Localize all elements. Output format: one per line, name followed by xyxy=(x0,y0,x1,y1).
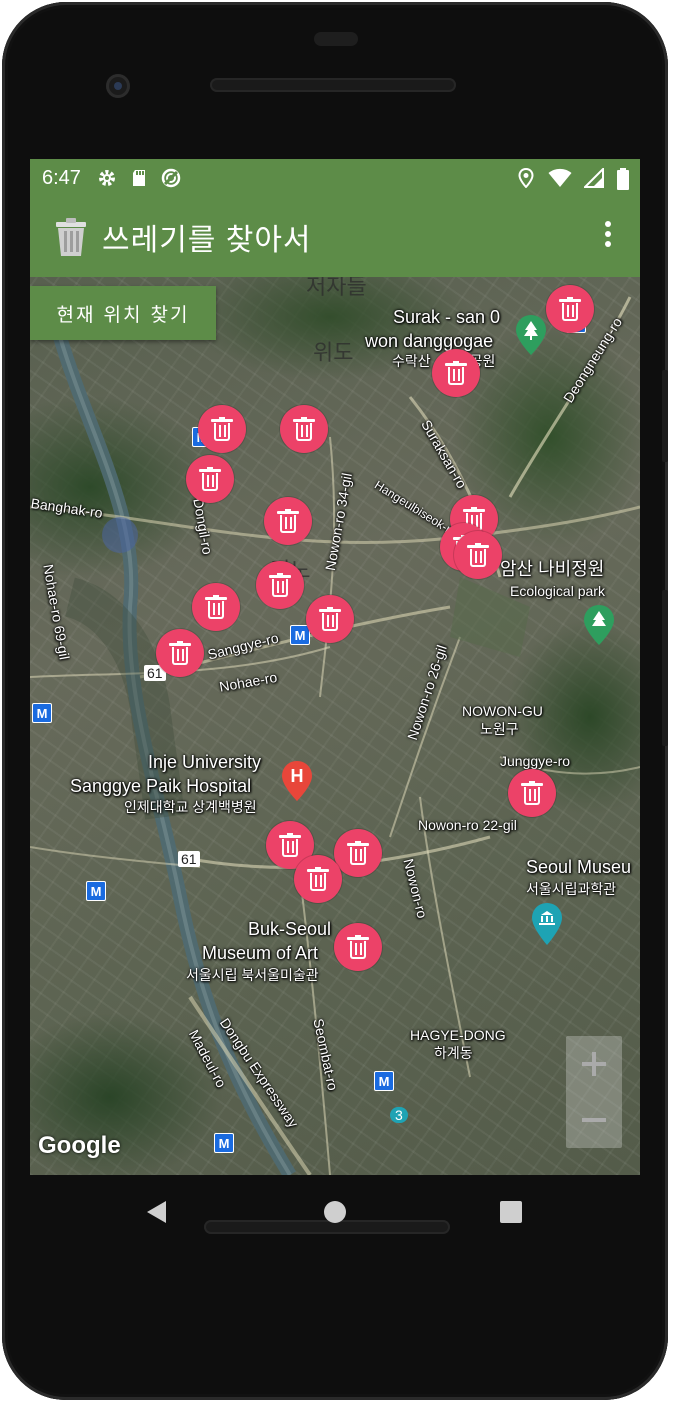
google-logo: Google xyxy=(38,1132,121,1159)
trash-icon xyxy=(293,417,315,441)
map-label-junggye-ro: Junggye-ro xyxy=(500,753,571,769)
trash-icon xyxy=(521,781,543,805)
metro-station-icon[interactable]: M xyxy=(214,1133,234,1153)
sync-icon xyxy=(161,168,181,188)
overflow-menu-icon[interactable] xyxy=(604,221,612,251)
sd-card-icon xyxy=(129,168,149,188)
map-label-bukseoul-1: Buk-Seoul xyxy=(248,919,332,939)
location-pin-icon xyxy=(516,167,536,189)
trash-marker[interactable] xyxy=(264,497,312,545)
map-label-nowon-ro-22: Nowon-ro 22-gil xyxy=(418,817,517,833)
trash-marker[interactable] xyxy=(280,405,328,453)
battery-icon xyxy=(616,168,630,190)
metro-station-icon[interactable]: M xyxy=(86,881,106,901)
status-bar: 6:47 xyxy=(30,159,640,197)
trash-can-icon xyxy=(54,217,88,257)
trash-icon xyxy=(269,573,291,597)
map-label-seoul-museum-en: Seoul Museu xyxy=(526,857,632,877)
museum-pin-icon xyxy=(532,903,562,950)
park-tree-icon xyxy=(584,605,614,650)
map-label-seoul-museum-ko: 서울시립과학관 xyxy=(526,881,617,897)
hospital-letter: H xyxy=(290,766,304,786)
trash-marker[interactable] xyxy=(546,285,594,333)
trash-marker[interactable] xyxy=(198,405,246,453)
metro-station-icon[interactable]: M xyxy=(374,1071,394,1091)
trash-icon xyxy=(277,509,299,533)
map-label-hagye-en: HAGYE-DONG xyxy=(410,1027,506,1043)
map-label-inje-1: Inje University xyxy=(148,752,262,772)
trash-icon xyxy=(307,867,329,891)
trash-marker[interactable] xyxy=(306,595,354,643)
map-label-park-ko: 암산 나비정원 xyxy=(500,559,605,579)
gear-icon xyxy=(97,168,117,188)
map-label-surak-1: Surak - san 0 xyxy=(393,307,501,327)
trash-icon xyxy=(347,935,369,959)
metro-station-icon[interactable]: M xyxy=(32,703,52,723)
app-title: 쓰레기를 찾아서 xyxy=(102,224,312,257)
map-roads xyxy=(30,296,640,1175)
trash-icon xyxy=(445,361,467,385)
trash-marker[interactable] xyxy=(334,923,382,971)
trash-icon xyxy=(199,467,221,491)
back-triangle-icon[interactable] xyxy=(146,1200,168,1229)
trash-marker[interactable] xyxy=(186,455,234,503)
map-label-hagye-ko: 하계동 xyxy=(434,1045,473,1061)
map-label-bukseoul-2: Museum of Art xyxy=(202,943,319,963)
trash-icon xyxy=(319,607,341,631)
map-label-park-en: Ecological park xyxy=(510,583,605,599)
hospital-pin-icon: H xyxy=(282,761,312,801)
trash-icon xyxy=(169,641,191,665)
map-label-nowon-gu-en: NOWON-GU xyxy=(462,703,543,719)
map-label-bukseoul-ko: 서울시립 북서울미술관 xyxy=(186,967,319,983)
trash-icon xyxy=(211,417,233,441)
volume-button xyxy=(662,370,668,462)
map-label-tondeul: 저자들 xyxy=(306,277,367,299)
trash-marker[interactable] xyxy=(256,561,304,609)
trash-icon xyxy=(205,595,227,619)
wifi-icon xyxy=(548,168,572,188)
trash-marker[interactable] xyxy=(454,531,502,579)
status-time: 6:47 xyxy=(42,166,81,189)
recents-square-icon[interactable] xyxy=(500,1201,522,1223)
trash-marker[interactable] xyxy=(432,349,480,397)
app-bar: 쓰레기를 찾아서 xyxy=(30,197,640,277)
tree-poi-icon xyxy=(516,315,546,360)
trash-icon xyxy=(347,841,369,865)
front-camera xyxy=(106,74,130,98)
trash-icon xyxy=(279,833,301,857)
trash-marker[interactable] xyxy=(294,855,342,903)
trash-marker[interactable] xyxy=(156,629,204,677)
map-label-inje-ko: 인제대학교 상계백병원 xyxy=(124,799,257,815)
zoom-in-button[interactable] xyxy=(566,1036,622,1092)
trash-icon xyxy=(559,297,581,321)
map-label-nowon-gu-ko: 노원구 xyxy=(480,721,519,737)
trash-marker[interactable] xyxy=(192,583,240,631)
trash-icon xyxy=(467,543,489,567)
zoom-out-button[interactable] xyxy=(566,1092,622,1148)
zoom-controls xyxy=(566,1036,622,1148)
find-current-location-button[interactable]: 현재 위치 찾기 xyxy=(30,286,216,340)
map-label-surak-2: won danggogae xyxy=(365,331,494,351)
route-3-shield: 3 xyxy=(390,1107,408,1123)
trash-marker[interactable] xyxy=(508,769,556,817)
map-label-wido: 위도 xyxy=(313,340,354,365)
map-label-inje-2: Sanggye Paik Hospital xyxy=(70,776,252,796)
home-circle-icon[interactable] xyxy=(324,1201,346,1223)
trash-marker[interactable] xyxy=(334,829,382,877)
route-61-shield-b: 61 xyxy=(178,851,200,867)
power-button xyxy=(662,590,668,746)
device-screen: 6:47 쓰레기를 찾아서 현재 위치 찾기 저자들 위도 Surak - sa… xyxy=(30,159,640,1175)
map-view[interactable]: 현재 위치 찾기 저자들 위도 Surak - san 0 won danggo… xyxy=(30,277,640,1175)
cell-signal-icon xyxy=(582,166,604,188)
earpiece-slot xyxy=(314,32,358,46)
top-speaker-grille xyxy=(210,78,456,92)
navigation-bar xyxy=(30,1175,640,1247)
